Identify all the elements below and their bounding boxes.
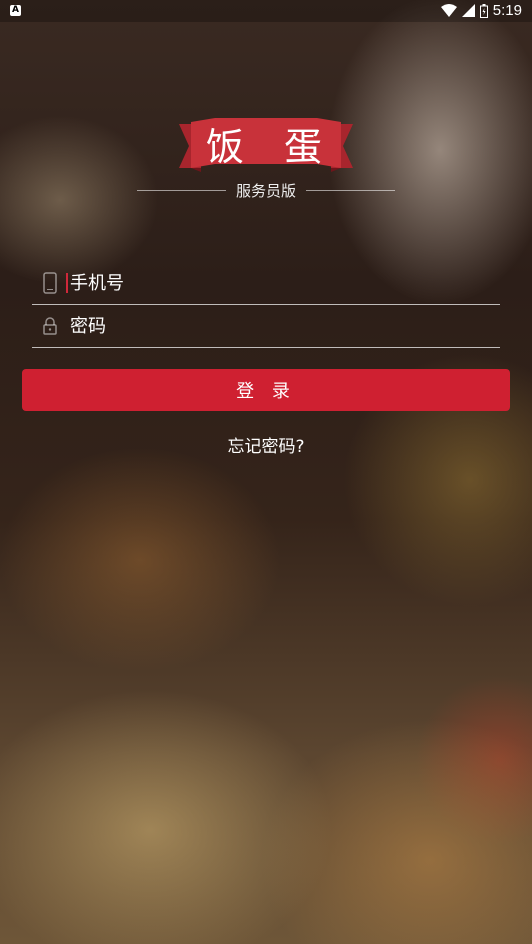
wifi-icon bbox=[440, 4, 457, 17]
battery-icon bbox=[479, 3, 488, 18]
brand-subtitle: 服务员版 bbox=[236, 181, 297, 200]
password-field[interactable] bbox=[32, 305, 500, 348]
notification-icon: A bbox=[10, 5, 21, 16]
password-input[interactable] bbox=[68, 314, 472, 338]
clock: 5:19 bbox=[492, 2, 522, 19]
forgot-password-link[interactable]: 忘记密码? bbox=[0, 432, 532, 457]
status-icons: 5:19 bbox=[440, 2, 522, 19]
signal-icon bbox=[461, 4, 475, 17]
phone-icon bbox=[36, 269, 64, 297]
phone-input[interactable] bbox=[68, 271, 472, 295]
brand-name: 饭 蛋 bbox=[205, 124, 337, 169]
brand-subtitle-row: 服务员版 bbox=[137, 180, 396, 200]
divider bbox=[306, 189, 396, 191]
phone-field[interactable] bbox=[32, 262, 500, 305]
lock-icon bbox=[36, 312, 64, 340]
divider bbox=[137, 189, 226, 191]
login-button[interactable]: 登 录 bbox=[22, 369, 510, 411]
status-bar: A 5:19 bbox=[0, 0, 532, 22]
brand-logo: 饭 蛋 bbox=[175, 112, 357, 178]
